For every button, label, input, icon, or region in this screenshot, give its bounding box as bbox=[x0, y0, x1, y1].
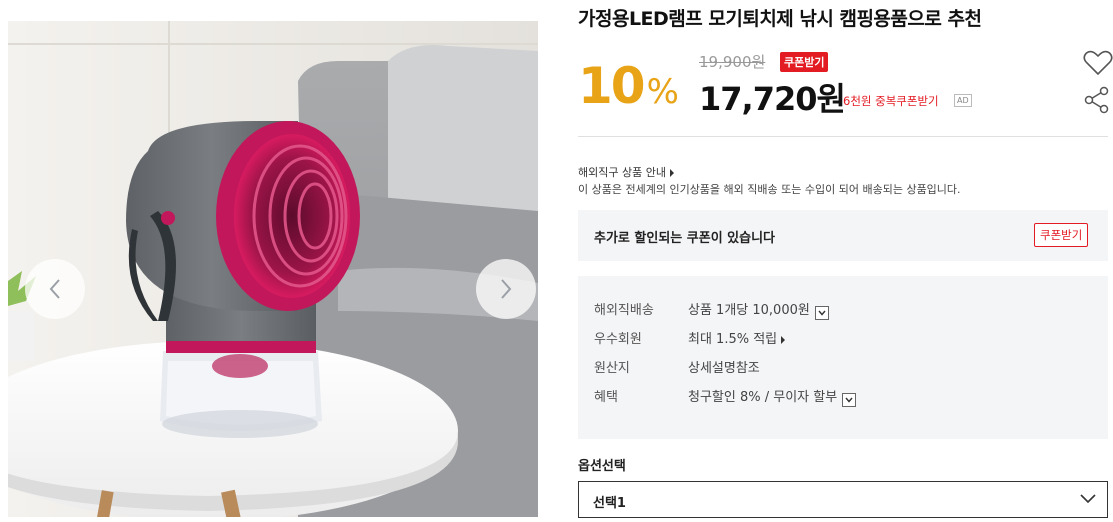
caret-right-icon bbox=[669, 169, 674, 177]
product-title: 가정용LED램프 모기퇴치제 낚시 캠핑용품으로 추천 bbox=[578, 8, 982, 30]
shipping-fee-text: 상품 1개당 10,000원 bbox=[688, 303, 810, 318]
original-price: 19,900원 bbox=[699, 53, 766, 71]
discount-unit: % bbox=[646, 72, 679, 112]
member-points-link[interactable]: 최대 1.5% 적립 bbox=[688, 328, 786, 347]
coupon-notice-box: 추가로 할인되는 쿠폰이 있습니다 쿠폰받기 bbox=[578, 210, 1108, 261]
ad-badge: AD bbox=[954, 94, 972, 107]
chevron-down-icon bbox=[818, 310, 826, 316]
coupon-notice-text: 추가로 할인되는 쿠폰이 있습니다 bbox=[594, 231, 776, 246]
coupon-download-button[interactable]: 쿠폰받기 bbox=[1034, 223, 1089, 247]
discount-value: 10 bbox=[578, 57, 646, 115]
product-info-panel: 가정용LED램프 모기퇴치제 낚시 캠핑용품으로 추천 10% 19,900원 … bbox=[578, 0, 1113, 522]
overseas-description: 이 상품은 전세계의 인기상품을 해외 직배송 또는 수입이 되어 배송되는 상… bbox=[578, 183, 961, 196]
chevron-left-icon bbox=[49, 279, 60, 299]
spec-value: 청구할인 8% / 무이자 할부 bbox=[688, 386, 857, 407]
discount-rate: 10% bbox=[578, 57, 679, 120]
option-selected-value: 선택1 bbox=[593, 496, 626, 511]
gallery-next-button[interactable] bbox=[476, 259, 536, 319]
product-image-gallery bbox=[8, 21, 538, 517]
spec-value: 상품 1개당 10,000원 bbox=[688, 299, 829, 320]
overseas-guide-link[interactable]: 해외직구 상품 안내 bbox=[578, 164, 674, 180]
benefit-text: 청구할인 8% / 무이자 할부 bbox=[688, 390, 838, 405]
coupon-tag-button[interactable]: 쿠폰받기 bbox=[780, 52, 829, 72]
caret-right-icon bbox=[781, 335, 786, 344]
spec-value: 상세설명참조 bbox=[688, 361, 760, 376]
extra-coupon-link[interactable]: 6천원 중복쿠폰받기 bbox=[843, 93, 939, 109]
option-select[interactable]: 선택1 bbox=[578, 481, 1108, 518]
spec-table: 해외직배송 상품 1개당 10,000원 우수회원 최대 1.5% 적립 원산지… bbox=[578, 276, 1108, 439]
sale-price: 17,720원 bbox=[699, 80, 846, 118]
product-photo bbox=[8, 21, 538, 517]
divider bbox=[578, 136, 1108, 137]
chevron-right-icon bbox=[501, 279, 512, 299]
gallery-prev-button[interactable] bbox=[25, 259, 85, 319]
share-icon bbox=[1084, 86, 1109, 114]
spec-label: 혜택 bbox=[594, 390, 618, 405]
shipping-dropdown-button[interactable] bbox=[814, 306, 829, 320]
share-button[interactable] bbox=[1083, 86, 1111, 118]
spec-label: 우수회원 bbox=[594, 332, 642, 347]
overseas-guide-label: 해외직구 상품 안내 bbox=[578, 166, 666, 179]
spec-label: 해외직배송 bbox=[594, 303, 654, 318]
chevron-down-icon bbox=[1080, 494, 1096, 504]
option-label: 옵션선택 bbox=[578, 459, 626, 474]
heart-icon bbox=[1083, 50, 1113, 76]
wishlist-button[interactable] bbox=[1083, 50, 1113, 80]
member-points-text: 최대 1.5% 적립 bbox=[688, 332, 778, 347]
benefit-dropdown-button[interactable] bbox=[842, 393, 857, 407]
chevron-down-icon bbox=[845, 397, 853, 403]
spec-label: 원산지 bbox=[594, 361, 630, 376]
